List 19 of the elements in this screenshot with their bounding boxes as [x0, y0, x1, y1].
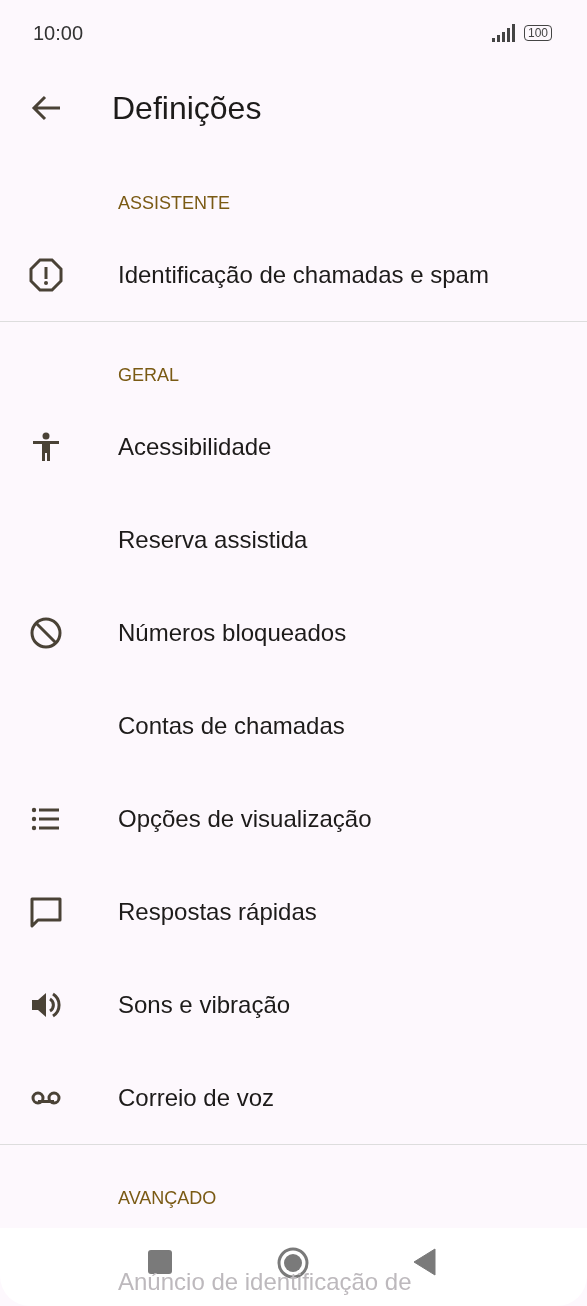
settings-item[interactable]: Acessibilidade: [118, 428, 272, 465]
settings-item[interactable]: Reserva assistida: [118, 521, 308, 558]
settings-item[interactable]: Números bloqueados: [118, 614, 347, 651]
section-header: ASSISTENTE: [118, 193, 231, 213]
settings-item[interactable]: Identificação de chamadas e spam: [118, 256, 489, 293]
status-time: 10:00: [33, 20, 84, 46]
signal-icon: [491, 23, 516, 42]
settings-item[interactable]: Contas de chamadas: [118, 707, 345, 744]
alert-icon: [28, 257, 64, 294]
page-title: Definições: [112, 88, 262, 128]
settings-item[interactable]: Correio de voz: [118, 1079, 275, 1116]
settings-item[interactable]: Opções de visualização: [118, 800, 372, 837]
settings-item[interactable]: Sons e vibração: [118, 986, 291, 1023]
section-header: GERAL: [118, 365, 180, 385]
settings-item[interactable]: Respostas rápidas: [118, 893, 317, 930]
battery-indicator: 100: [523, 24, 552, 41]
section-header: AVANÇADO: [118, 1188, 217, 1208]
back-icon[interactable]: [30, 93, 62, 122]
back-triangle-icon[interactable]: [413, 1248, 437, 1276]
